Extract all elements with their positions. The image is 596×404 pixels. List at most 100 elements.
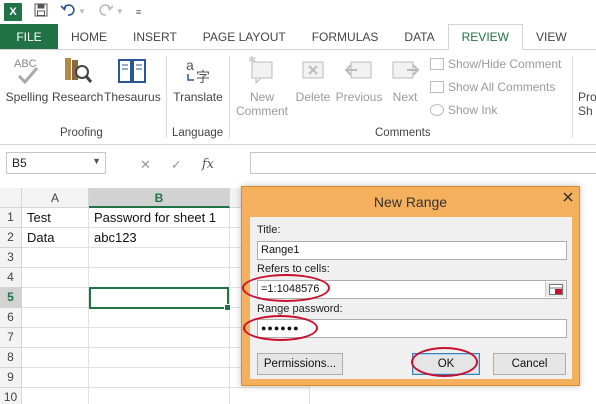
row-header-3[interactable]: 3 [0, 248, 22, 268]
save-icon[interactable] [34, 3, 48, 22]
refers-to-cells-field[interactable]: =1:1048576 [257, 280, 567, 299]
formula-controls: ✕ ✓ fx [140, 157, 214, 173]
group-divider [229, 56, 230, 138]
cell-b3[interactable] [89, 248, 230, 268]
research-button[interactable]: Research [52, 54, 104, 104]
refers-to-cells-value: =1:1048576 [261, 283, 320, 295]
row-header-1[interactable]: 1 [0, 208, 22, 228]
svg-text:a: a [186, 57, 194, 73]
permissions-button[interactable]: Permissions... [257, 353, 343, 375]
cancel-formula-icon[interactable]: ✕ [140, 157, 151, 173]
row-header-6[interactable]: 6 [0, 308, 22, 328]
collapse-dialog-icon[interactable] [545, 282, 565, 297]
tab-page-layout[interactable]: PAGE LAYOUT [190, 24, 299, 49]
show-all-comments-label: Show All Comments [448, 80, 556, 94]
formula-input[interactable] [250, 152, 596, 174]
cell-a3[interactable] [22, 248, 89, 268]
thesaurus-icon [116, 54, 148, 86]
spelling-label: Spelling [5, 90, 49, 104]
spelling-button[interactable]: ABC Spelling [4, 54, 50, 104]
protect-sheet-label-line2: Sh [578, 104, 593, 118]
undo-dropdown-icon[interactable]: ▼ [78, 3, 86, 21]
language-group-label: Language [172, 127, 224, 139]
tab-view[interactable]: VIEW [523, 24, 580, 49]
tab-home[interactable]: HOME [58, 24, 120, 49]
new-comment-label-line2: Comment [235, 104, 288, 118]
previous-comment-button[interactable]: Previous [335, 54, 383, 104]
cell-a2[interactable]: Data [22, 228, 89, 248]
show-ink-label: Show Ink [448, 103, 498, 117]
row-header-8[interactable]: 8 [0, 348, 22, 368]
new-comment-label-line1: New [249, 90, 274, 104]
undo-icon[interactable] [60, 3, 76, 22]
comments-group-label: Comments [375, 127, 431, 139]
select-all-corner[interactable] [0, 188, 22, 208]
show-ink-button[interactable]: Show Ink [430, 103, 497, 117]
row-header-10[interactable]: 10 [0, 388, 22, 404]
cell-b7[interactable] [89, 328, 230, 348]
row-header-4[interactable]: 4 [0, 268, 22, 288]
cancel-button[interactable]: Cancel [493, 353, 566, 375]
ok-button[interactable]: OK [412, 353, 480, 375]
tab-formulas[interactable]: FORMULAS [299, 24, 392, 49]
tab-file[interactable]: FILE [0, 24, 58, 49]
close-icon[interactable] [563, 191, 573, 202]
excel-logo-icon: X [4, 3, 22, 21]
enter-formula-icon[interactable]: ✓ [171, 157, 182, 173]
svg-text:字: 字 [196, 70, 210, 86]
protect-sheet-button[interactable]: Pro Sh [578, 90, 596, 118]
insert-function-icon[interactable]: fx [202, 157, 214, 173]
next-comment-icon [389, 54, 421, 86]
cell-a5[interactable] [22, 288, 89, 308]
cell-a7[interactable] [22, 328, 89, 348]
cell-c10[interactable] [230, 388, 310, 404]
thesaurus-label: Thesaurus [104, 90, 161, 104]
chevron-down-icon[interactable]: ▼ [92, 156, 101, 166]
next-comment-button[interactable]: Next [385, 54, 425, 104]
column-header-a[interactable]: A [22, 188, 89, 208]
delete-comment-label: Delete [295, 90, 331, 104]
research-label: Research [52, 90, 104, 104]
cell-b10[interactable] [89, 388, 230, 404]
customize-quick-access-icon[interactable]: ≡ [136, 3, 141, 21]
cell-b1[interactable]: Password for sheet 1 [89, 208, 230, 228]
tab-review[interactable]: REVIEW [447, 24, 523, 50]
new-comment-button[interactable]: ✱ New Comment [233, 54, 291, 118]
redo-icon[interactable] [98, 3, 114, 22]
delete-comment-button[interactable]: Delete [293, 54, 333, 104]
cell-b6[interactable] [89, 308, 230, 328]
row-header-2[interactable]: 2 [0, 228, 22, 248]
title-field[interactable]: Range1 [257, 241, 567, 260]
show-all-comments-button[interactable]: Show All Comments [430, 80, 555, 94]
range-password-label: Range password: [257, 303, 343, 315]
svg-text:✱: ✱ [248, 55, 256, 66]
formula-bar: B5 ▼ ✕ ✓ fx [0, 152, 596, 178]
cell-a1[interactable]: Test [22, 208, 89, 228]
range-password-field[interactable]: ●●●●●● [257, 319, 567, 338]
show-ink-icon [430, 104, 444, 116]
tab-data[interactable]: DATA [391, 24, 447, 49]
cell-b9[interactable] [89, 368, 230, 388]
selected-cell-b5[interactable] [89, 287, 231, 311]
row-header-5[interactable]: 5 [0, 288, 22, 308]
show-hide-comment-label: Show/Hide Comment [448, 57, 562, 71]
name-box[interactable]: B5 ▼ [6, 152, 106, 174]
thesaurus-button[interactable]: Thesaurus [104, 54, 161, 104]
cell-a4[interactable] [22, 268, 89, 288]
redo-dropdown-icon[interactable]: ▼ [116, 3, 124, 21]
translate-button[interactable]: a 字 Translate [170, 54, 226, 104]
tab-insert[interactable]: INSERT [120, 24, 190, 49]
cell-b2[interactable]: abc123 [89, 228, 230, 248]
row-header-7[interactable]: 7 [0, 328, 22, 348]
column-header-b[interactable]: B [89, 188, 230, 208]
show-all-comments-icon [430, 81, 444, 93]
row-header-9[interactable]: 9 [0, 368, 22, 388]
cell-a9[interactable] [22, 368, 89, 388]
cell-b8[interactable] [89, 348, 230, 368]
cell-a8[interactable] [22, 348, 89, 368]
cell-a6[interactable] [22, 308, 89, 328]
cell-a10[interactable] [22, 388, 89, 404]
group-divider [166, 56, 167, 138]
cell-b4[interactable] [89, 268, 230, 288]
show-hide-comment-button[interactable]: Show/Hide Comment [430, 57, 561, 71]
